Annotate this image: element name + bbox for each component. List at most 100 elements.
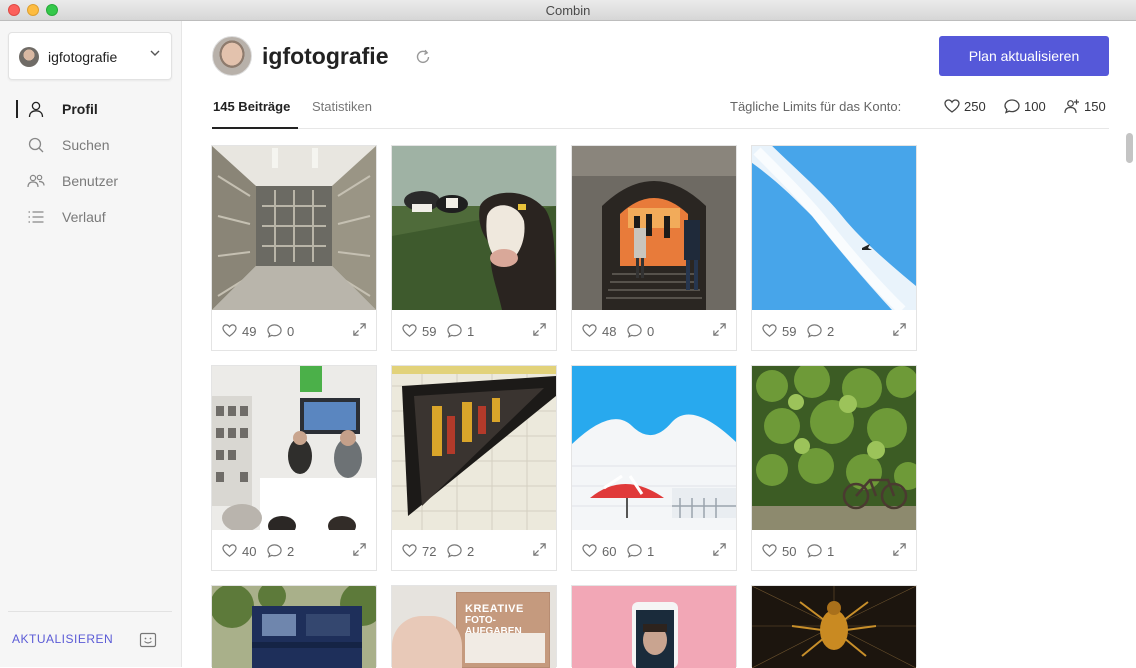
heart-icon[interactable] bbox=[762, 543, 777, 558]
heart-icon[interactable] bbox=[582, 543, 597, 558]
expand-icon[interactable] bbox=[712, 322, 727, 337]
sidebar-item-benutzer[interactable]: Benutzer bbox=[0, 166, 182, 196]
main-content: igfotografie Plan aktualisieren 145 Beit… bbox=[182, 21, 1136, 668]
active-indicator bbox=[16, 100, 18, 118]
comment-icon[interactable] bbox=[267, 323, 282, 338]
tab-divider bbox=[212, 128, 1109, 129]
tab-posts[interactable]: 145 Beiträge bbox=[213, 99, 290, 114]
post-card[interactable]: KREATIVE FOTO-AUFGABEN bbox=[391, 585, 557, 668]
users-icon bbox=[27, 174, 45, 188]
heart-icon[interactable] bbox=[402, 543, 417, 558]
aktualisieren-link[interactable]: AKTUALISIEREN bbox=[12, 632, 113, 646]
post-image-cows[interactable] bbox=[392, 146, 556, 310]
heart-icon bbox=[944, 99, 960, 113]
expand-icon[interactable] bbox=[892, 542, 907, 557]
heart-icon[interactable] bbox=[222, 323, 237, 338]
scrollbar[interactable] bbox=[1124, 129, 1134, 667]
like-limit: 250 bbox=[944, 97, 994, 115]
post-card[interactable]: 40 2 bbox=[211, 365, 377, 571]
post-image-book-cover[interactable]: KREATIVE FOTO-AUFGABEN bbox=[392, 586, 556, 668]
comment-icon[interactable] bbox=[447, 323, 462, 338]
comment-count: 0 bbox=[647, 324, 655, 339]
comment-count: 2 bbox=[287, 544, 295, 559]
sidebar-item-verlauf[interactable]: Verlauf bbox=[0, 202, 182, 232]
comment-icon[interactable] bbox=[627, 323, 642, 338]
post-stats: 60 1 bbox=[572, 530, 736, 570]
heart-icon[interactable] bbox=[402, 323, 417, 338]
sidebar-divider bbox=[8, 611, 172, 612]
comment-icon bbox=[1004, 99, 1020, 114]
post-card[interactable]: 50 1 bbox=[751, 365, 917, 571]
post-stats: 49 0 bbox=[212, 310, 376, 350]
heart-icon[interactable] bbox=[222, 543, 237, 558]
comment-count: 1 bbox=[467, 324, 475, 339]
account-switcher[interactable]: igfotografie bbox=[8, 32, 172, 80]
scrollbar-thumb[interactable] bbox=[1126, 133, 1133, 163]
post-card[interactable]: 59 1 bbox=[391, 145, 557, 351]
post-image-umbrella-roof[interactable] bbox=[572, 366, 736, 530]
sidebar-item-suchen[interactable]: Suchen bbox=[0, 130, 182, 160]
post-image-book-fair-stage[interactable] bbox=[212, 366, 376, 530]
refresh-icon[interactable] bbox=[414, 48, 432, 66]
account-name: igfotografie bbox=[48, 49, 118, 65]
post-card[interactable]: 49 0 bbox=[211, 145, 377, 351]
expand-icon[interactable] bbox=[532, 322, 547, 337]
comment-limit: 100 bbox=[1004, 97, 1054, 115]
like-count: 59 bbox=[782, 324, 797, 339]
chevron-down-icon bbox=[150, 50, 160, 56]
list-icon bbox=[28, 211, 44, 223]
post-stats: 40 2 bbox=[212, 530, 376, 570]
post-stats: 59 1 bbox=[392, 310, 556, 350]
post-image-ivy-bicycle[interactable] bbox=[752, 366, 916, 530]
comment-icon[interactable] bbox=[807, 323, 822, 338]
comment-icon[interactable] bbox=[267, 543, 282, 558]
comment-count: 2 bbox=[467, 544, 475, 559]
expand-icon[interactable] bbox=[532, 542, 547, 557]
post-image-tunnel[interactable] bbox=[572, 146, 736, 310]
post-card[interactable] bbox=[571, 585, 737, 668]
post-image-spider[interactable] bbox=[752, 586, 916, 668]
post-card[interactable] bbox=[211, 585, 377, 668]
post-image-sky-contrail[interactable] bbox=[752, 146, 916, 310]
user-icon bbox=[28, 101, 44, 118]
post-stats: 72 2 bbox=[392, 530, 556, 570]
post-image-corridor[interactable] bbox=[212, 146, 376, 310]
like-count: 50 bbox=[782, 544, 797, 559]
post-card[interactable]: 48 0 bbox=[571, 145, 737, 351]
post-stats: 48 0 bbox=[572, 310, 736, 350]
profile-username: igfotografie bbox=[262, 43, 389, 69]
comment-icon[interactable] bbox=[807, 543, 822, 558]
sidebar-item-label: Profil bbox=[62, 101, 98, 117]
expand-icon[interactable] bbox=[352, 542, 367, 557]
post-image-blue-truck[interactable] bbox=[212, 586, 376, 668]
search-icon bbox=[28, 137, 44, 153]
comment-count: 1 bbox=[827, 544, 835, 559]
comment-limit-value: 100 bbox=[1024, 99, 1046, 114]
daily-limits-label: Tägliche Limits für das Konto: bbox=[730, 99, 902, 114]
post-stats: 59 2 bbox=[752, 310, 916, 350]
post-image-phone-selfie[interactable] bbox=[572, 586, 736, 668]
post-card[interactable]: 60 1 bbox=[571, 365, 737, 571]
feedback-smile-icon[interactable] bbox=[139, 631, 157, 649]
book-cover: KREATIVE FOTO-AUFGABEN bbox=[456, 592, 550, 668]
expand-icon[interactable] bbox=[892, 322, 907, 337]
hand-shape bbox=[392, 616, 462, 668]
plan-upgrade-button[interactable]: Plan aktualisieren bbox=[939, 36, 1109, 76]
like-limit-value: 250 bbox=[964, 99, 986, 114]
sidebar: igfotografie Profil Suchen Benutzer Verl… bbox=[0, 21, 182, 667]
sidebar-item-label: Suchen bbox=[62, 137, 110, 153]
heart-icon[interactable] bbox=[762, 323, 777, 338]
like-count: 59 bbox=[422, 324, 437, 339]
comment-icon[interactable] bbox=[447, 543, 462, 558]
post-image-window-reflection[interactable] bbox=[392, 366, 556, 530]
post-card[interactable]: 72 2 bbox=[391, 365, 557, 571]
heart-icon[interactable] bbox=[582, 323, 597, 338]
post-card[interactable]: 59 2 bbox=[751, 145, 917, 351]
window-title: Combin bbox=[545, 3, 591, 18]
expand-icon[interactable] bbox=[352, 322, 367, 337]
tab-statistics[interactable]: Statistiken bbox=[312, 99, 372, 114]
expand-icon[interactable] bbox=[712, 542, 727, 557]
comment-icon[interactable] bbox=[627, 543, 642, 558]
post-card[interactable] bbox=[751, 585, 917, 668]
sidebar-item-profil[interactable]: Profil bbox=[0, 94, 182, 124]
